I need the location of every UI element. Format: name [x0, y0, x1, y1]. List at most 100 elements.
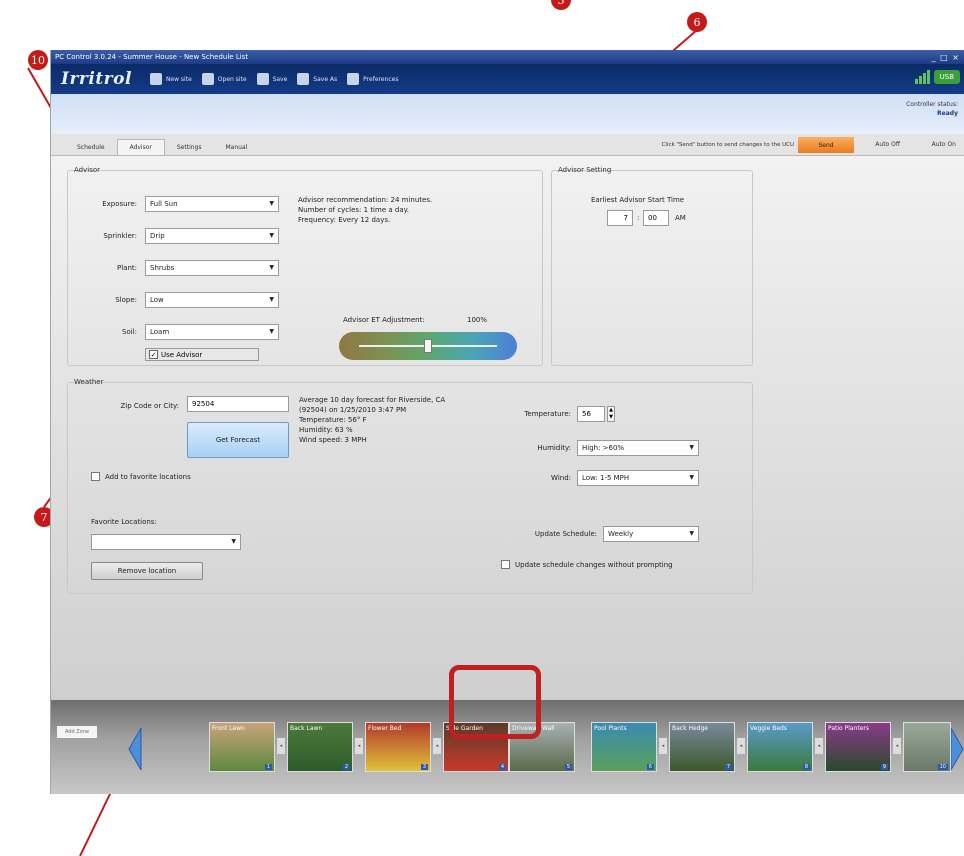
zone-thumb-8[interactable]: Veggie Beds 8 — [747, 722, 813, 772]
main-content: Advisor Exposure: Full Sun ▼ Sprinkler: D… — [51, 156, 964, 700]
controller-status: Controller status: Ready — [906, 100, 958, 118]
zone-number-8: 8 — [802, 764, 810, 770]
scroll-left-arrow-icon[interactable] — [127, 728, 143, 770]
thumb-separator: ◂ — [737, 738, 745, 754]
update-silently-checkbox[interactable] — [501, 560, 510, 569]
tab-advisor[interactable]: Advisor — [116, 139, 165, 155]
start-ampm[interactable]: AM — [675, 214, 686, 223]
send-hint: Click "Send" button to send changes to t… — [661, 142, 794, 148]
zip-label: Zip Code or City: — [120, 402, 179, 410]
zone-number-6: 6 — [646, 764, 654, 770]
chevron-down-icon: ▼ — [689, 474, 694, 481]
forecast-line-1: Average 10 day forecast for Riverside, C… — [299, 396, 446, 404]
advisor-recommendation: Advisor recommendation: 24 minutes. — [298, 196, 433, 204]
zone-thumb-3[interactable]: Flower Bed 3 — [365, 722, 431, 772]
weather-title: Weather — [74, 378, 104, 386]
auto-on-button[interactable]: Auto On — [932, 141, 956, 148]
favorites-select[interactable]: ▼ — [91, 534, 241, 550]
start-time-label: Earliest Advisor Start Time — [591, 196, 685, 204]
new-site-button[interactable]: New site — [149, 73, 192, 85]
use-advisor-checkbox[interactable]: ✓ Use Advisor — [145, 348, 259, 361]
sprinkler-select[interactable]: Drip ▼ — [145, 228, 279, 244]
humidity-select[interactable]: High: >60% ▼ — [577, 440, 699, 456]
add-favorite-label: Add to favorite locations — [105, 473, 191, 481]
preferences-button[interactable]: Preferences — [347, 73, 398, 85]
chevron-down-icon: ▼ — [269, 264, 274, 271]
get-forecast-button[interactable]: Get Forecast — [187, 422, 289, 458]
chevron-down-icon: ▼ — [269, 296, 274, 303]
thumb-separator: ◂ — [277, 738, 285, 754]
start-minute-field[interactable]: 00 — [643, 210, 669, 226]
time-colon: : — [637, 214, 640, 222]
irritrol-logo: Irritrol — [61, 69, 132, 89]
controller-status-label: Controller status: — [906, 101, 958, 108]
remove-location-button[interactable]: Remove location — [91, 562, 203, 580]
sprinkler-label: Sprinkler: — [103, 232, 137, 240]
advisor-title: Advisor — [74, 166, 101, 174]
temperature-field[interactable]: 56 — [577, 406, 605, 422]
et-adjustment-slider[interactable] — [339, 332, 517, 360]
tab-manual[interactable]: Manual — [213, 140, 259, 155]
exposure-select[interactable]: Full Sun ▼ — [145, 196, 279, 212]
scroll-right-arrow-icon[interactable] — [951, 728, 964, 770]
zone-thumb-2[interactable]: Back Lawn 2 — [287, 722, 353, 772]
exposure-value: Full Sun — [150, 200, 178, 208]
advisor-frequency: Frequency: Every 12 days. — [298, 216, 391, 224]
chevron-down-icon: ▼ — [231, 538, 236, 545]
forecast-line-4: Humidity: 63 % — [299, 426, 353, 434]
callout-10: 10 — [28, 50, 48, 70]
zone-number-9: 9 — [880, 764, 888, 770]
slider-thumb[interactable] — [424, 339, 432, 353]
update-schedule-value: Weekly — [608, 530, 634, 538]
add-zone-button[interactable]: Add Zone — [57, 726, 97, 738]
plant-label: Plant: — [117, 264, 137, 272]
save-as-label: Save As — [313, 75, 338, 83]
update-schedule-label: Update Schedule: — [534, 530, 597, 538]
preferences-label: Preferences — [363, 75, 399, 83]
zone-thumb-9[interactable]: Patio Planters 9 — [825, 722, 891, 772]
forecast-line-3: Temperature: 56° F — [299, 416, 367, 424]
temperature-label: Temperature: — [524, 410, 571, 418]
zone-caption-6: Pool Plants — [594, 725, 627, 732]
save-button[interactable]: Save — [256, 73, 287, 85]
zone-caption-1: Front Lawn — [212, 725, 245, 732]
soil-select[interactable]: Loam ▼ — [145, 324, 279, 340]
tab-schedule[interactable]: Schedule — [65, 140, 117, 155]
open-site-button[interactable]: Open site — [201, 73, 247, 85]
plant-select[interactable]: Shrubs ▼ — [145, 260, 279, 276]
forecast-line-5: Wind speed: 3 MPH — [299, 436, 367, 444]
zip-field[interactable]: 92504 — [187, 396, 289, 412]
zone-thumb-7[interactable]: Back Hedge 7 — [669, 722, 735, 772]
send-button[interactable]: Send — [798, 137, 854, 153]
zone-thumb-1[interactable]: Front Lawn 1 — [209, 722, 275, 772]
auto-off-button[interactable]: Auto Off — [875, 141, 900, 148]
exposure-label: Exposure: — [102, 200, 137, 208]
chevron-down-icon: ▼ — [269, 232, 274, 239]
zone-caption-8: Veggie Beds — [750, 725, 787, 732]
add-favorite-checkbox[interactable] — [91, 472, 100, 481]
chevron-down-icon: ▼ — [269, 328, 274, 335]
zone-number-3: 3 — [420, 764, 428, 770]
zone-caption-3: Flower Bed — [368, 725, 402, 732]
update-schedule-select[interactable]: Weekly ▼ — [603, 526, 699, 542]
zone-thumb-10[interactable]: 10 — [903, 722, 951, 772]
selected-zone-highlight — [449, 665, 541, 739]
forecast-line-2: (92504) on 1/25/2010 3:47 PM — [299, 406, 407, 414]
tab-settings[interactable]: Settings — [165, 140, 214, 155]
wind-select[interactable]: Low: 1-5 MPH ▼ — [577, 470, 699, 486]
zone-caption-9: Patio Planters — [828, 725, 870, 732]
zone-number-10: 10 — [937, 764, 948, 770]
humidity-label: Humidity: — [537, 444, 571, 452]
zone-thumb-6[interactable]: Pool Plants 6 — [591, 722, 657, 772]
temperature-stepper[interactable]: ▲ ▼ — [607, 406, 615, 422]
chevron-down-icon: ▼ — [689, 444, 694, 451]
connection-indicator: USB — [914, 70, 960, 84]
start-hour-field[interactable]: 7 — [607, 210, 633, 226]
check-icon: ✓ — [149, 350, 158, 359]
slope-select[interactable]: Low ▼ — [145, 292, 279, 308]
chevron-down-icon: ▼ — [689, 530, 694, 537]
save-as-button[interactable]: Save As — [297, 73, 337, 85]
new-site-icon — [149, 73, 162, 85]
usb-badge: USB — [933, 70, 960, 84]
window-controls[interactable]: _ □ × — [932, 53, 964, 62]
